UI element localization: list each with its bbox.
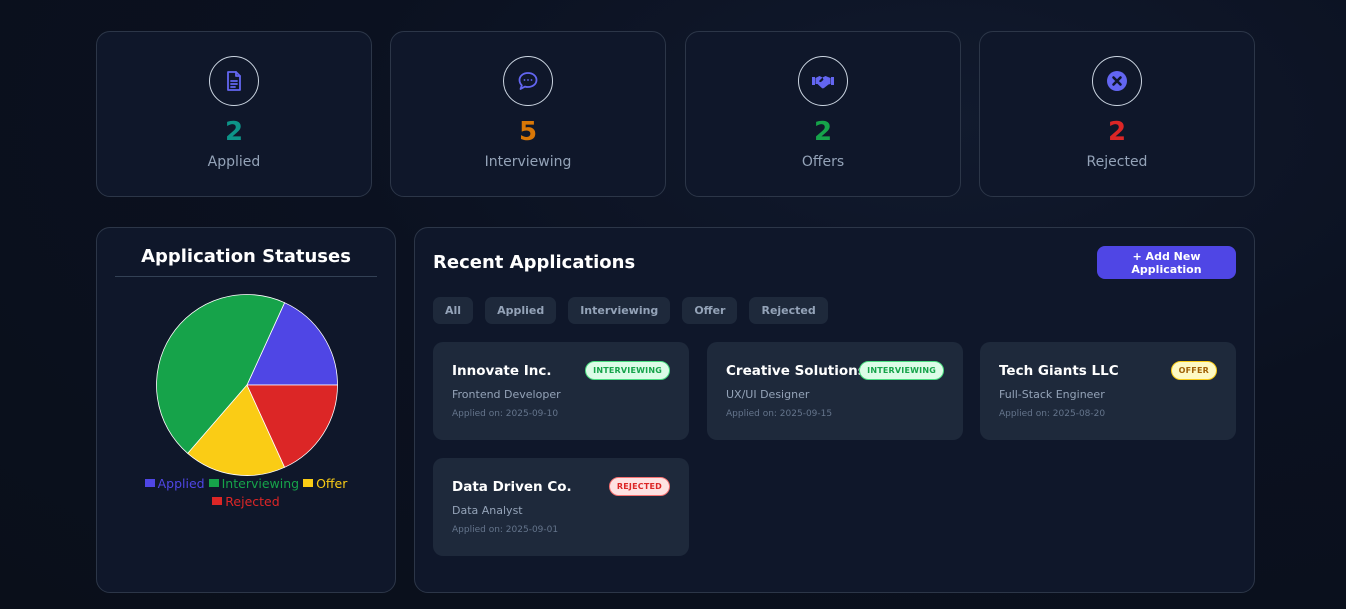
applied-date: Applied on: 2025-09-01 — [452, 525, 559, 535]
legend-item-rejected[interactable]: Rejected — [212, 493, 280, 511]
section-title: Recent Applications — [433, 252, 636, 273]
legend-swatch — [303, 479, 314, 487]
legend-swatch — [208, 479, 219, 487]
stat-card-interviewing: 5 Interviewing — [390, 31, 666, 197]
legend-item-offer[interactable]: Offer — [303, 475, 347, 493]
status-badge: REJECTED — [608, 477, 670, 496]
legend-item-interviewing[interactable]: Interviewing — [208, 475, 300, 493]
stat-value: 2 — [813, 117, 833, 147]
status-filters: All Applied Interviewing Offer Rejected — [433, 297, 828, 324]
chart-legend: Applied Interviewing Offer Rejected — [117, 475, 375, 511]
chat-bubble-icon — [503, 56, 553, 106]
stat-label: Offers — [801, 154, 845, 170]
filter-rejected[interactable]: Rejected — [749, 297, 828, 324]
applied-date: Applied on: 2025-09-15 — [726, 409, 833, 419]
stat-value: 2 — [224, 117, 244, 147]
legend-label: Offer — [316, 476, 348, 491]
status-badge: INTERVIEWING — [585, 361, 670, 380]
company-name: Tech Giants LLC — [999, 363, 1119, 379]
filter-applied[interactable]: Applied — [485, 297, 557, 324]
document-icon — [209, 56, 259, 106]
application-card[interactable]: Data Driven Co. REJECTED Data Analyst Ap… — [433, 458, 689, 556]
status-badge: OFFER — [1170, 361, 1217, 380]
company-name: Data Driven Co. — [452, 479, 572, 495]
stat-card-rejected: 2 Rejected — [979, 31, 1255, 197]
stat-label: Applied — [207, 154, 261, 170]
pie-chart — [156, 294, 338, 476]
chart-title: Application Statuses — [115, 246, 377, 277]
filter-all[interactable]: All — [433, 297, 474, 324]
x-circle-icon — [1092, 56, 1142, 106]
legend-swatch — [212, 497, 223, 505]
status-chart-panel: Application Statuses Applied Interviewing… — [96, 227, 396, 593]
application-card[interactable]: Creative Solutions INTERVIEWING UX/UI De… — [707, 342, 963, 440]
application-card[interactable]: Tech Giants LLC OFFER Full-Stack Enginee… — [980, 342, 1236, 440]
company-name: Innovate Inc. — [452, 363, 552, 379]
legend-label: Rejected — [225, 494, 280, 509]
stats-row: 2 Applied 5 Interviewing 2 Offers 2 Reje… — [96, 31, 1255, 197]
stat-card-offers: 2 Offers — [685, 31, 961, 197]
application-card[interactable]: Innovate Inc. INTERVIEWING Frontend Deve… — [433, 342, 689, 440]
job-role: UX/UI Designer — [726, 388, 810, 401]
legend-label: Interviewing — [221, 476, 300, 491]
job-role: Data Analyst — [452, 504, 523, 517]
company-name: Creative Solutions — [726, 363, 866, 379]
stat-value: 2 — [1107, 117, 1127, 147]
status-badge: INTERVIEWING — [859, 361, 944, 380]
filter-interviewing[interactable]: Interviewing — [568, 297, 671, 324]
applied-date: Applied on: 2025-08-20 — [999, 409, 1106, 419]
job-role: Frontend Developer — [452, 388, 561, 401]
add-application-button[interactable]: + Add New Application — [1097, 246, 1236, 279]
legend-label: Applied — [157, 476, 205, 491]
stat-card-applied: 2 Applied — [96, 31, 372, 197]
stat-value: 5 — [518, 117, 538, 147]
handshake-icon — [798, 56, 848, 106]
recent-applications-panel: Recent Applications + Add New Applicatio… — [414, 227, 1255, 593]
applied-date: Applied on: 2025-09-10 — [452, 409, 559, 419]
job-role: Full-Stack Engineer — [999, 388, 1105, 401]
stat-label: Interviewing — [484, 154, 572, 170]
filter-offer[interactable]: Offer — [682, 297, 738, 324]
stat-label: Rejected — [1086, 154, 1148, 170]
legend-swatch — [144, 479, 155, 487]
legend-item-applied[interactable]: Applied — [144, 475, 205, 493]
